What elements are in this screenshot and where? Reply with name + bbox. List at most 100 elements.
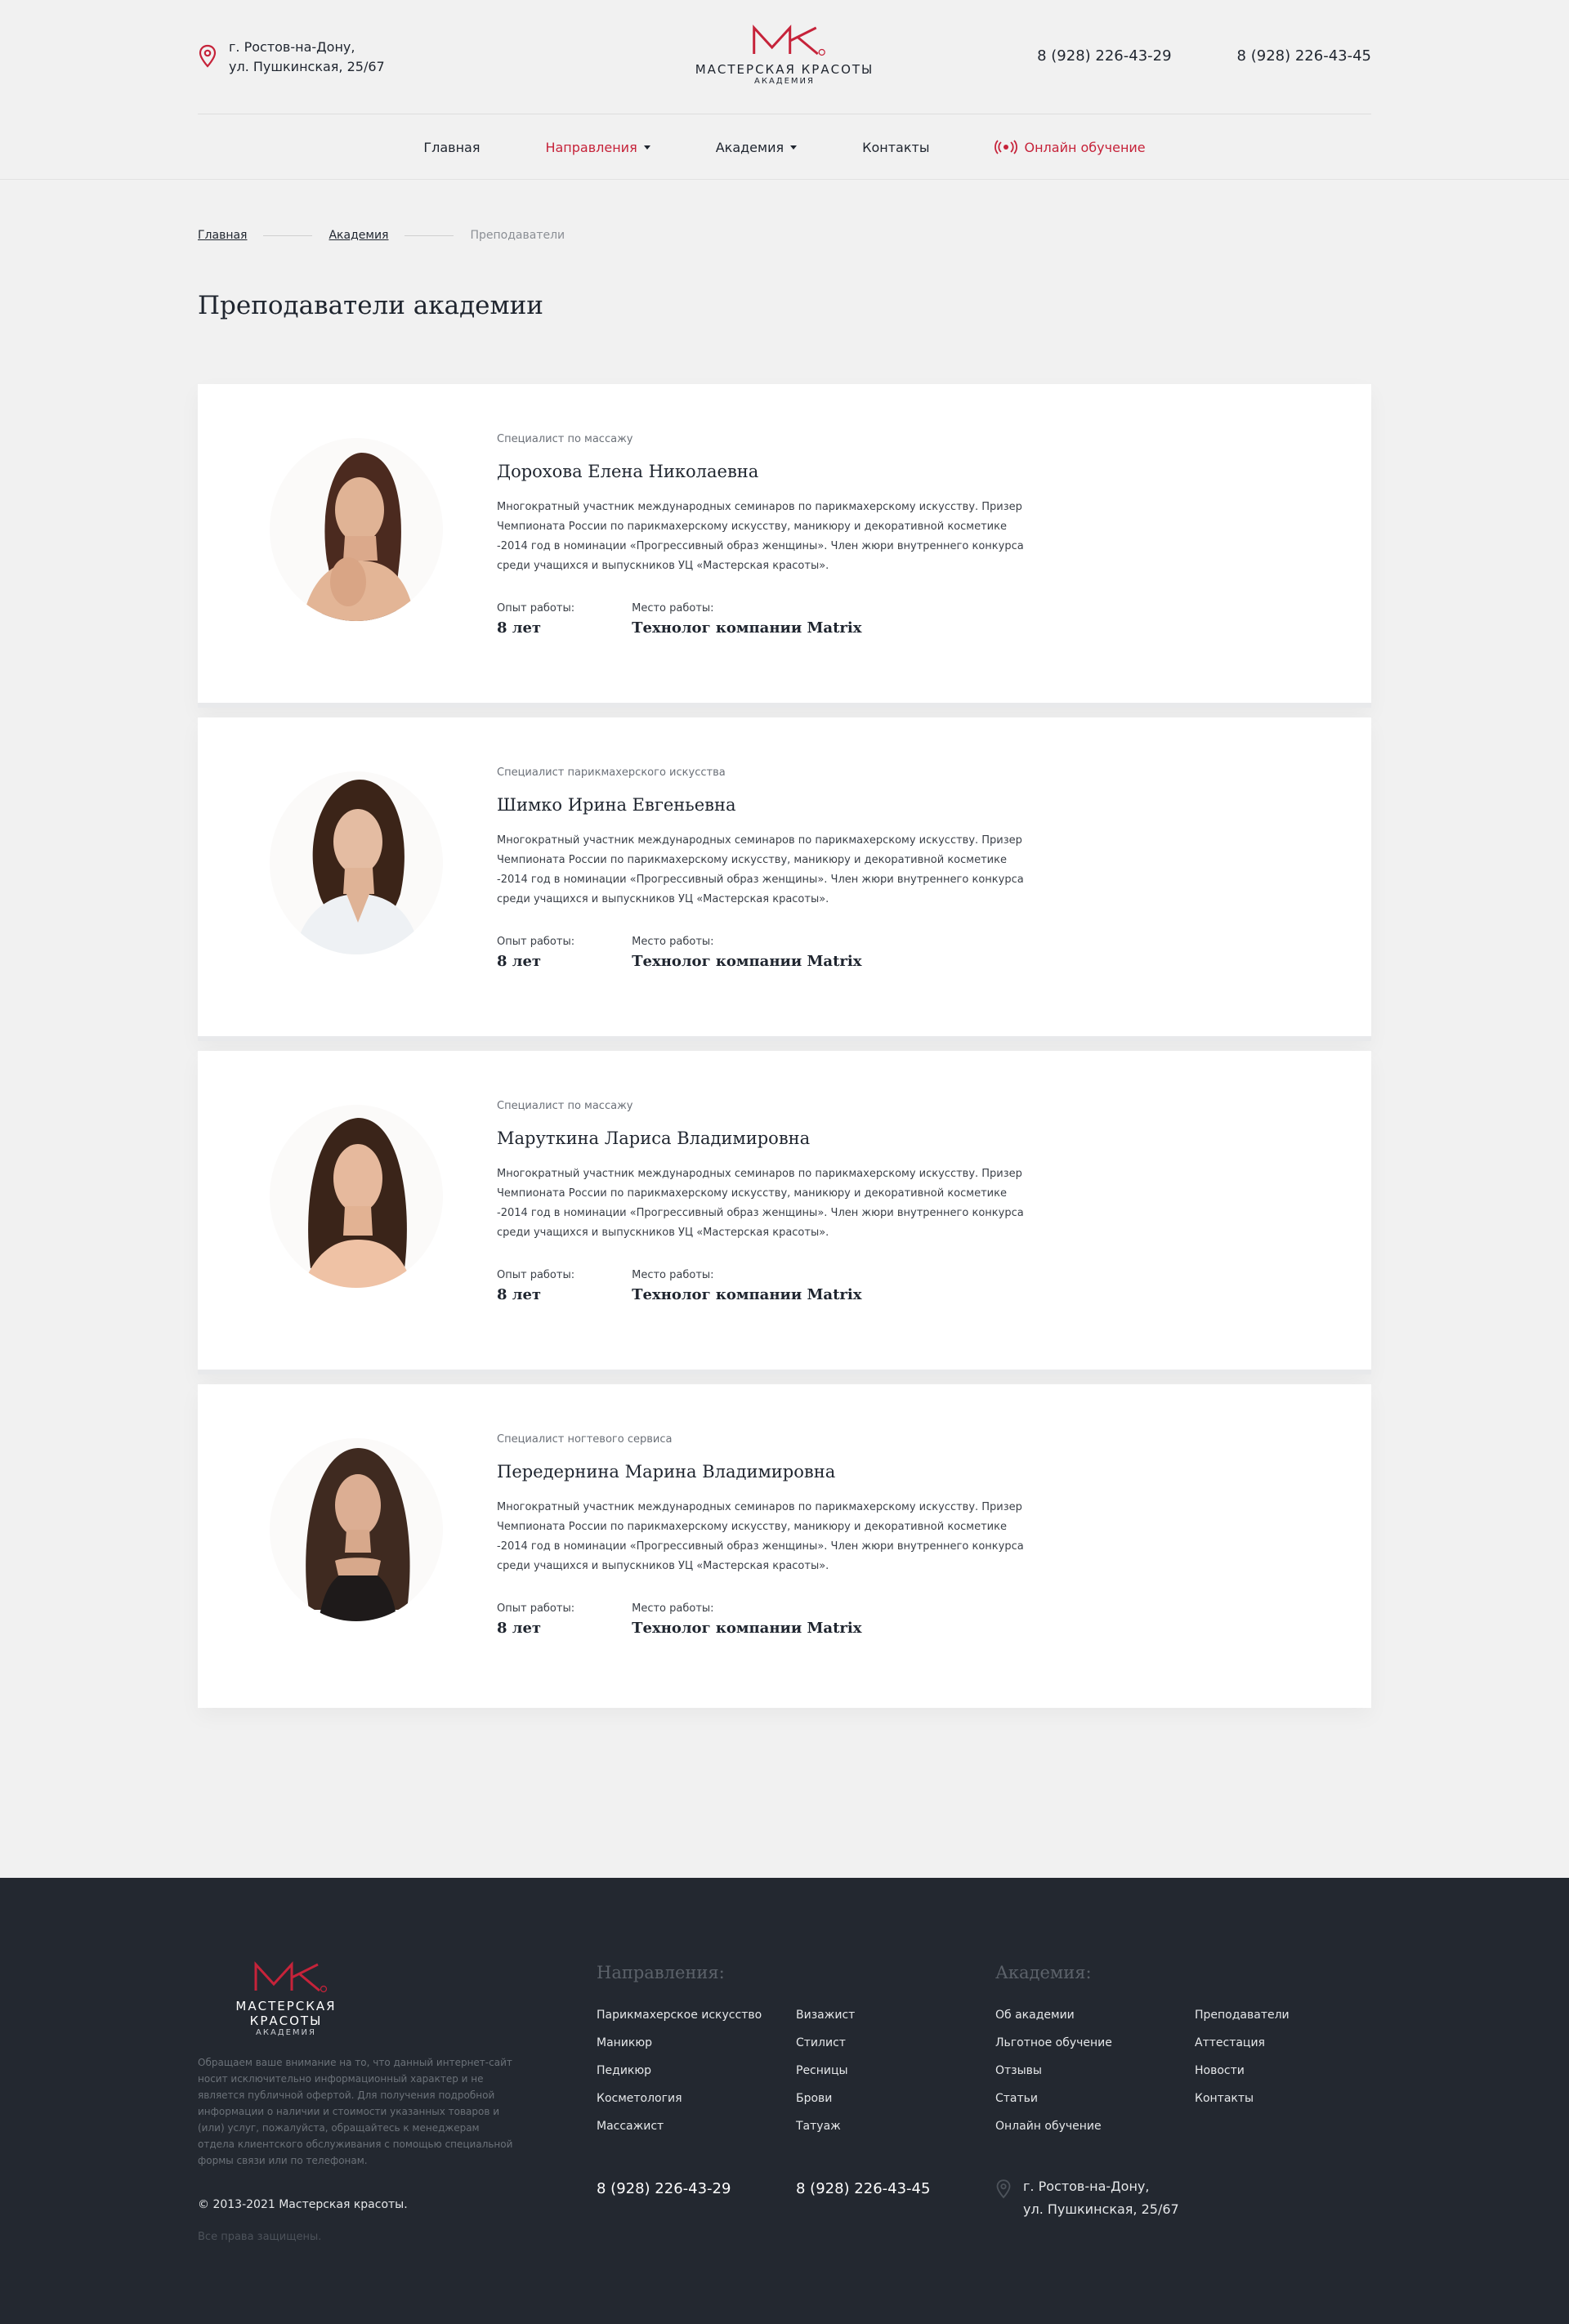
teacher-description: Многократный участник международных семи… [497,501,1024,572]
footer-logo[interactable]: МАСТЕРСКАЯ КРАСОТЫ АКАДЕМИЯ [198,1958,374,2037]
nav-online-label: Онлайн обучение [1024,139,1146,155]
workplace-label: Место работы: [632,1269,714,1281]
footer-phone-1[interactable]: 8 (928) 226-43-29 [597,2180,731,2197]
teacher-card: Специалист по массажу Маруткина Лариса В… [198,1051,1371,1374]
teacher-photo [270,1438,443,1621]
workplace-value: Технолог компании Matrix [632,953,862,970]
teacher-specialty: Специалист парикмахерского искусства [497,766,726,779]
footer-link[interactable]: Отзывы [995,2063,1112,2090]
footer-link[interactable]: Онлайн обучение [995,2118,1112,2146]
footer-link[interactable]: Педикюр [597,2063,762,2090]
teacher-card: Специалист по массажу Дорохова Елена Ник… [198,384,1371,708]
footer-copyright: © 2013-2021 Мастерская красоты. [198,2198,408,2211]
footer-link[interactable]: Маникюр [597,2035,762,2063]
workplace-label: Место работы: [632,602,714,615]
nav-directions[interactable]: Направления [545,140,650,155]
teacher-workplace: Место работы: Технолог компании Matrix [632,936,861,970]
footer-link[interactable]: Косметология [597,2090,762,2118]
teacher-specialty: Специалист по массажу [497,433,633,445]
breadcrumb-current: Преподаватели [470,229,565,242]
page-title: Преподаватели академии [198,291,543,320]
footer-link[interactable]: Визажист [796,2007,855,2035]
footer-link[interactable]: Льготное обучение [995,2035,1112,2063]
footer-link[interactable]: Ресницы [796,2063,855,2090]
logo-name: МАСТЕРСКАЯ КРАСОТЫ [695,62,874,77]
nav-online[interactable]: Онлайн обучение [995,139,1146,155]
nav-contacts-label: Контакты [862,139,930,155]
site-logo[interactable]: МАСТЕРСКАЯ КРАСОТЫ АКАДЕМИЯ [695,21,874,86]
logo-mark-icon [753,25,826,56]
header-phones: 8 (928) 226-43-29 8 (928) 226-43-45 [1037,47,1371,65]
header-phone-1[interactable]: 8 (928) 226-43-29 [1037,47,1171,65]
footer-link[interactable]: Брови [796,2090,855,2118]
footer-academy-col1: Об академии Льготное обучение Отзывы Ста… [995,2007,1112,2146]
header-address: г. Ростов-на-Дону, ул. Пушкинская, 25/67 [198,38,385,77]
breadcrumb-home[interactable]: Главная [198,229,247,242]
breadcrumb: Главная Академия Преподаватели [198,229,1371,242]
footer-link[interactable]: Новости [1195,2063,1290,2090]
experience-label: Опыт работы: [497,936,575,948]
footer-link[interactable]: Об академии [995,2007,1112,2035]
header-address-line1: г. Ростов-на-Дону, [229,39,355,55]
logo-sub: АКАДЕМИЯ [754,77,815,86]
footer-link[interactable]: Аттестация [1195,2035,1290,2063]
header-phone-2[interactable]: 8 (928) 226-43-45 [1237,47,1371,65]
location-pin-icon [996,2179,1011,2199]
footer-directions-col1: Парикмахерское искусство Маникюр Педикюр… [597,2007,762,2146]
site-footer: МАСТЕРСКАЯ КРАСОТЫ АКАДЕМИЯ Обращаем ваш… [0,1878,1569,2324]
footer-directions-title: Направления: [597,1963,725,1982]
footer-address: г. Ростов-на-Дону, ул. Пушкинская, 25/67 [995,2175,1179,2221]
footer-address-line1: г. Ростов-на-Дону, [1023,2179,1150,2194]
footer-link[interactable]: Парикмахерское искусство [597,2007,762,2035]
experience-label: Опыт работы: [497,1269,575,1281]
footer-directions-col2: Визажист Стилист Ресницы Брови Татуаж [796,2007,855,2146]
teacher-workplace: Место работы: Технолог компании Matrix [632,602,861,637]
footer-academy-title: Академия: [995,1963,1092,1982]
footer-link[interactable]: Татуаж [796,2118,855,2146]
teacher-workplace: Место работы: Технолог компании Matrix [632,1602,861,1637]
footer-logo-name: МАСТЕРСКАЯ КРАСОТЫ [235,1999,337,2028]
teacher-name[interactable]: Дорохова Елена Николаевна [497,462,1036,481]
footer-link[interactable]: Контакты [1195,2090,1290,2118]
breadcrumb-separator [405,235,454,236]
teacher-card: Специалист ногтевого сервиса Передернина… [198,1384,1371,1708]
experience-value: 8 лет [497,619,542,637]
breadcrumb-separator [263,235,313,236]
footer-address-line2: ул. Пушкинская, 25/67 [1023,2201,1179,2217]
caret-down-icon [643,145,650,150]
teacher-card: Специалист парикмахерского искусства Шим… [198,717,1371,1041]
footer-link[interactable]: Стилист [796,2035,855,2063]
nav-contacts[interactable]: Контакты [862,140,929,155]
footer-link[interactable]: Массажист [597,2118,762,2146]
teacher-workplace: Место работы: Технолог компании Matrix [632,1269,861,1303]
teacher-description: Многократный участник международных семи… [497,1501,1024,1572]
breadcrumb-academy[interactable]: Академия [329,229,388,242]
teacher-experience: Опыт работы: 8 лет [497,1602,574,1637]
header-top: г. Ростов-на-Дону, ул. Пушкинская, 25/67… [198,0,1371,114]
teacher-name[interactable]: Маруткина Лариса Владимировна [497,1128,1036,1148]
experience-value: 8 лет [497,1286,542,1303]
teacher-photo [270,438,443,621]
site-header: г. Ростов-на-Дону, ул. Пушкинская, 25/67… [0,0,1569,180]
teacher-name[interactable]: Передернина Марина Владимировна [497,1462,1036,1482]
nav-academy[interactable]: Академия [716,140,798,155]
workplace-label: Место работы: [632,936,714,948]
workplace-value: Технолог компании Matrix [632,1286,862,1303]
footer-link[interactable]: Статьи [995,2090,1112,2118]
nav-home[interactable]: Главная [423,140,480,155]
teacher-name[interactable]: Шимко Ирина Евгеньевна [497,795,1036,815]
experience-value: 8 лет [497,1620,542,1637]
footer-academy-col2: Преподаватели Аттестация Новости Контакт… [1195,2007,1290,2118]
experience-value: 8 лет [497,953,542,970]
broadcast-icon [995,140,1018,154]
teacher-photo [270,771,443,954]
footer-link[interactable]: Преподаватели [1195,2007,1290,2035]
footer-phone-2[interactable]: 8 (928) 226-43-45 [796,2180,930,2197]
location-pin-icon [199,44,217,68]
teacher-experience: Опыт работы: 8 лет [497,936,574,970]
workplace-value: Технолог компании Matrix [632,619,862,637]
teacher-specialty: Специалист по массажу [497,1100,633,1112]
experience-label: Опыт работы: [497,1602,575,1615]
nav-directions-label: Направления [545,139,637,155]
footer-disclaimer: Обращаем ваше внимание на то, что данный… [198,2057,513,2166]
